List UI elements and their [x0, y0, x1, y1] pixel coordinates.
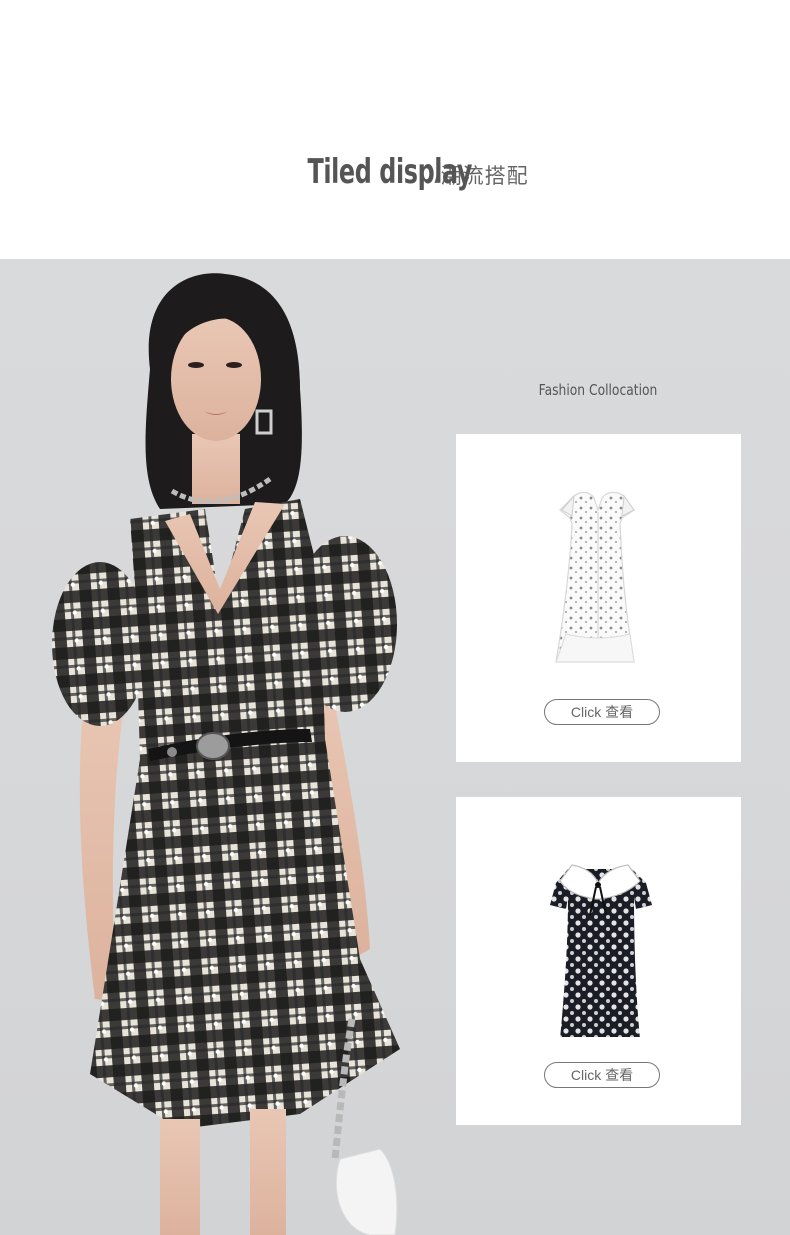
click-view-button[interactable]: Click 查看	[544, 699, 660, 725]
black-dress-image[interactable]	[538, 847, 658, 1037]
product-card-black-dress[interactable]: Click 查看	[456, 797, 741, 1125]
white-dress-image[interactable]	[538, 484, 658, 674]
model-photo	[52, 273, 400, 1235]
title-english: Tiled display	[307, 152, 473, 192]
click-view-button[interactable]: Click 查看	[544, 1062, 660, 1088]
page-header: Tiled display/潮流搭配	[0, 0, 790, 259]
showcase-panel: Fashion Collocation Click 查看 Click 查看	[0, 259, 790, 1235]
collocation-label: Fashion Collocation	[538, 381, 658, 399]
product-card-white-dress[interactable]: Click 查看	[456, 434, 741, 762]
section-title: Tiled display/潮流搭配	[0, 152, 790, 192]
